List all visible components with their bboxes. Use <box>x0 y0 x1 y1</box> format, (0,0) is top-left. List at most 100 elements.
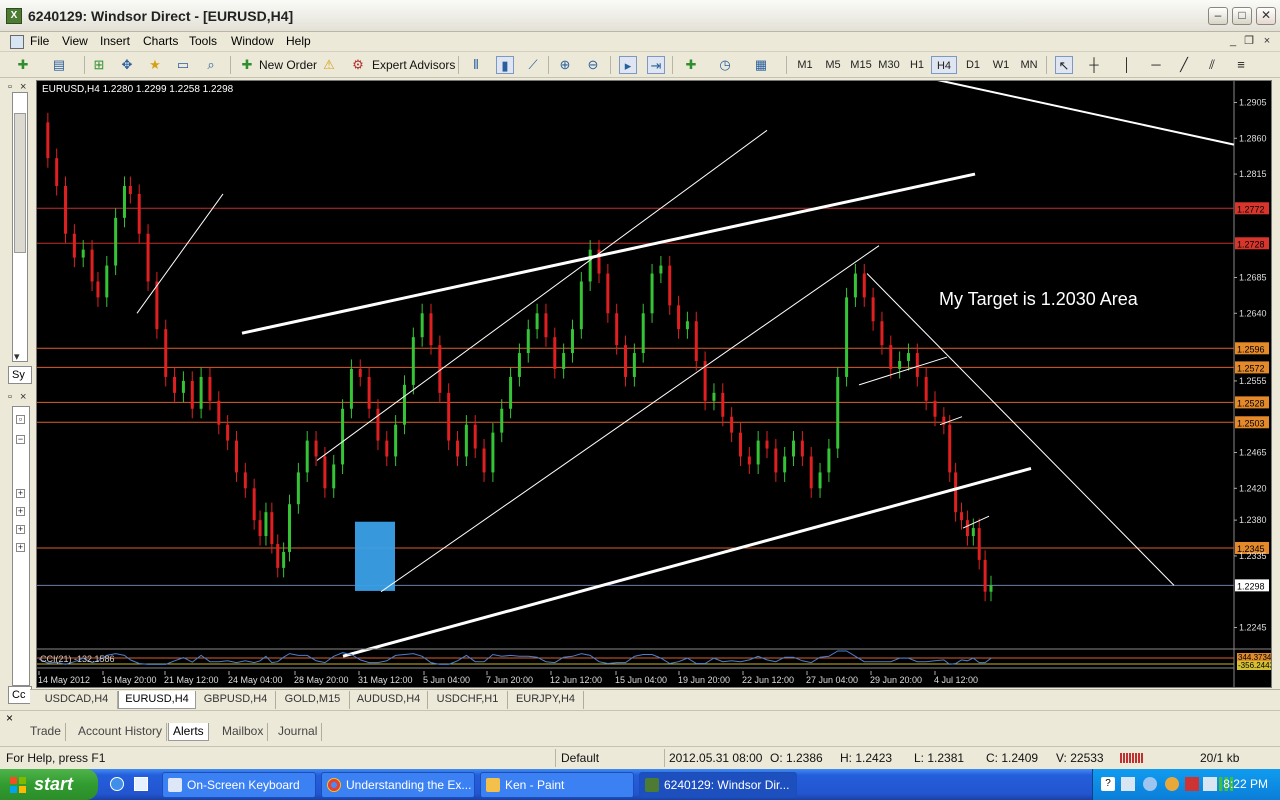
market-watch-icon[interactable]: ⊞ <box>90 56 108 74</box>
toolbar: ✚ ▤ ⊞ ✥ ★ ▭ ⌕ ✚ New Order ⚠ ⚙ Expert Adv… <box>0 52 1280 78</box>
timeframe-h4[interactable]: H4 <box>931 56 957 74</box>
timeframe-m15[interactable]: M15 <box>848 56 874 74</box>
security-tray-icon[interactable] <box>1185 777 1199 791</box>
candle-body <box>738 432 742 457</box>
terminal-close-icon[interactable]: × <box>6 711 13 725</box>
help-tray-icon[interactable]: ? <box>1101 777 1115 791</box>
menu-help[interactable]: Help <box>286 34 311 48</box>
mdi-restore-icon[interactable]: ❐ <box>1242 35 1256 49</box>
new-chart-icon[interactable]: ✚ <box>14 56 32 74</box>
task-browser[interactable]: Understanding the Ex... <box>321 772 475 798</box>
desktop-quicklaunch-icon[interactable] <box>134 777 148 791</box>
candle-body <box>447 392 451 441</box>
scroll-down-icon[interactable]: ▾ <box>14 350 20 363</box>
chart-tab-usdcad[interactable]: USDCAD,H4 <box>36 691 118 709</box>
terminal-tab-alerts[interactable]: Alerts <box>168 723 209 741</box>
task-paint[interactable]: Ken - Paint <box>480 772 634 798</box>
zoom-out-icon[interactable]: ⊖ <box>584 56 602 74</box>
tree-expand-icon[interactable]: + <box>16 543 25 552</box>
timeframe-h1[interactable]: H1 <box>904 56 930 74</box>
chart-tab-gold[interactable]: GOLD,M15 <box>276 691 350 709</box>
menu-file[interactable]: File <box>30 34 49 48</box>
common-tab[interactable]: Cc <box>8 686 32 704</box>
crosshair-icon[interactable]: ┼ <box>1085 56 1103 74</box>
warning-icon[interactable]: ⚠ <box>320 56 338 74</box>
maximize-button[interactable]: □ <box>1232 7 1252 25</box>
timeframe-m30[interactable]: M30 <box>876 56 902 74</box>
timeframe-d1[interactable]: D1 <box>960 56 986 74</box>
status-profile: Default <box>561 751 600 765</box>
candle-body <box>199 376 203 409</box>
chart-tab-eurjpy[interactable]: EURJPY,H4 <box>508 691 584 709</box>
vertical-line-icon[interactable]: │ <box>1118 56 1136 74</box>
minimize-button[interactable]: – <box>1208 7 1228 25</box>
market-watch-scrollbar[interactable] <box>12 92 28 362</box>
zoom-in-icon[interactable]: ⊕ <box>556 56 574 74</box>
new-order-button[interactable]: New Order <box>259 56 317 74</box>
ie-quicklaunch-icon[interactable] <box>110 777 124 791</box>
data-window-icon[interactable]: ✥ <box>118 56 136 74</box>
chart-shift-icon[interactable]: ⇥ <box>647 56 665 74</box>
close-button[interactable]: ✕ <box>1256 7 1276 25</box>
timeframe-mn[interactable]: MN <box>1016 56 1042 74</box>
symbols-tab[interactable]: Sy <box>8 366 32 384</box>
horizontal-line-icon[interactable]: ─ <box>1147 56 1165 74</box>
menu-view[interactable]: View <box>62 34 88 48</box>
network-tray-icon[interactable] <box>1121 777 1135 791</box>
terminal-icon[interactable]: ▭ <box>174 56 192 74</box>
tree-expand-icon[interactable]: + <box>16 489 25 498</box>
navigator-close-icon[interactable]: × <box>20 391 26 403</box>
chart-tab-gbpusd[interactable]: GBPUSD,H4 <box>196 691 276 709</box>
templates-icon[interactable]: ▦ <box>752 56 770 74</box>
task-metatrader[interactable]: 6240129: Windsor Dir... <box>639 772 797 798</box>
chart-tab-eurusd[interactable]: EURUSD,H4 <box>118 691 196 709</box>
channel-icon[interactable]: ⫽ <box>1203 56 1221 74</box>
fibonacci-icon[interactable]: ≡ <box>1232 56 1250 74</box>
periods-icon[interactable]: ◷ <box>716 56 734 74</box>
terminal-tab-account-history[interactable]: Account History <box>74 723 168 741</box>
auto-scroll-icon[interactable]: ▸ <box>619 56 637 74</box>
tree-collapse-icon[interactable]: − <box>16 435 25 444</box>
scroll-thumb[interactable] <box>14 113 26 253</box>
strategy-tester-icon[interactable]: ⌕ <box>202 56 220 74</box>
start-button[interactable]: start <box>0 769 98 800</box>
terminal-tab-journal[interactable]: Journal <box>274 723 323 741</box>
volume-tray-icon[interactable] <box>1203 777 1217 791</box>
mdi-close-icon[interactable]: × <box>1260 35 1274 49</box>
bar-chart-icon[interactable]: ⫴ <box>467 56 485 74</box>
candlestick-icon[interactable]: ▮ <box>496 56 514 74</box>
chart-canvas[interactable]: 1.2772 1.2728 1.2596 1.2572 1.2528 1.2503 1.23… <box>37 81 1272 688</box>
tree-expand-icon[interactable]: + <box>16 507 25 516</box>
menu-tools[interactable]: Tools <box>189 34 217 48</box>
timeframe-m5[interactable]: M5 <box>820 56 846 74</box>
back-tray-icon[interactable] <box>1143 777 1157 791</box>
trendline-icon[interactable]: ╱ <box>1175 56 1193 74</box>
menu-charts[interactable]: Charts <box>143 34 178 48</box>
cursor-icon[interactable]: ↖ <box>1055 56 1073 74</box>
menu-window[interactable]: Window <box>231 34 274 48</box>
price-chart[interactable]: 1.2772 1.2728 1.2596 1.2572 1.2528 1.2503 1.23… <box>36 80 1272 688</box>
timeframe-m1[interactable]: M1 <box>792 56 818 74</box>
chrome-tray-icon[interactable] <box>1165 777 1179 791</box>
chart-tab-usdchf[interactable]: USDCHF,H1 <box>428 691 508 709</box>
navigator-pin-icon[interactable]: ▫ <box>8 391 12 403</box>
candle-body <box>774 448 778 473</box>
tree-expand-icon[interactable]: + <box>16 525 25 534</box>
expert-advisors-button[interactable]: Expert Advisors <box>372 56 455 74</box>
task-on-screen-keyboard[interactable]: On-Screen Keyboard <box>162 772 316 798</box>
chart-tab-audusd[interactable]: AUDUSD,H4 <box>350 691 428 709</box>
menu-insert[interactable]: Insert <box>100 34 130 48</box>
terminal-tab-trade[interactable]: Trade <box>26 723 66 741</box>
tree-node-icon[interactable]: ▫ <box>16 415 25 424</box>
indicators-icon[interactable]: ✚ <box>682 56 700 74</box>
candle-body <box>181 380 185 393</box>
expert-advisors-icon[interactable]: ⚙ <box>349 56 367 74</box>
line-chart-icon[interactable]: ⟋ <box>524 56 542 74</box>
navigator-icon[interactable]: ★ <box>146 56 164 74</box>
new-order-icon[interactable]: ✚ <box>238 56 256 74</box>
terminal-tab-mailbox[interactable]: Mailbox <box>218 723 269 741</box>
profiles-icon[interactable]: ▤ <box>50 56 68 74</box>
candle-body <box>276 543 280 568</box>
mdi-minimize-icon[interactable]: _ <box>1226 35 1240 49</box>
timeframe-w1[interactable]: W1 <box>988 56 1014 74</box>
